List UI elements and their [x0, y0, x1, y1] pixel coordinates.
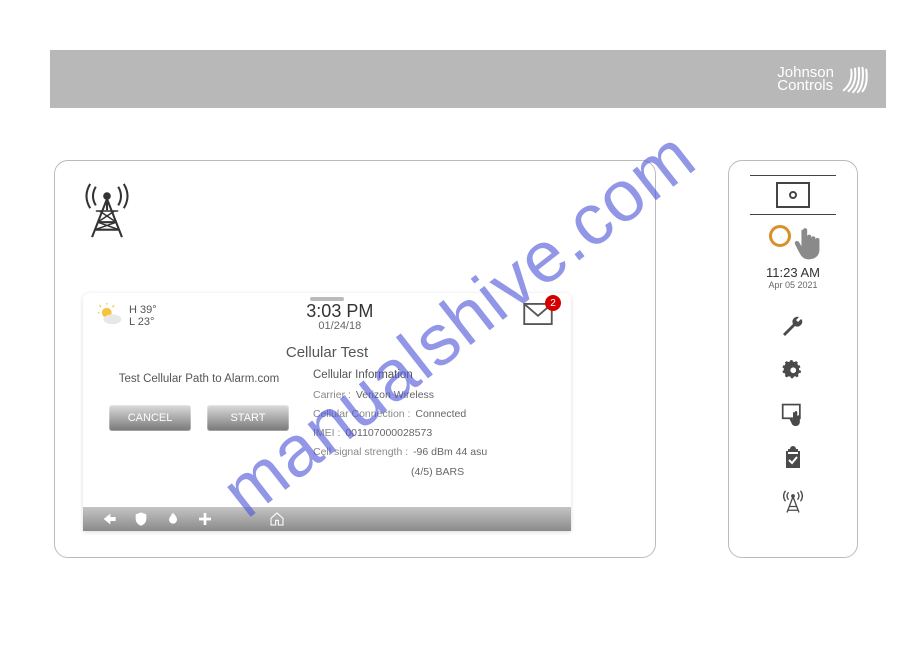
brand-banner: Johnson Controls: [50, 50, 886, 108]
antenna-small-icon[interactable]: [781, 490, 805, 514]
plus-icon[interactable]: [197, 511, 213, 527]
divider: [750, 214, 836, 215]
weather-low: L 23°: [129, 316, 157, 328]
content-row: Test Cellular Path to Alarm.com CANCEL S…: [83, 361, 571, 485]
info-signal-2: (4/5) BARS: [313, 466, 555, 479]
ring-icon: [769, 225, 791, 247]
clipboard-check-icon[interactable]: [781, 446, 805, 470]
divider: [750, 175, 836, 176]
subtitle: Test Cellular Path to Alarm.com: [99, 373, 299, 385]
side-date: Apr 05 2021: [766, 280, 820, 290]
device-screen: H 39° L 23° 3:03 PM 01/24/18 2 Cellular …: [83, 293, 571, 531]
side-top: 11:23 AM Apr 05 2021: [739, 175, 847, 290]
info-title: Cellular Information: [313, 369, 555, 381]
antenna-icon: [77, 183, 137, 239]
shield-icon[interactable]: [133, 511, 149, 527]
touch-indicator: [763, 219, 823, 263]
start-button[interactable]: START: [207, 405, 289, 431]
messages-button[interactable]: 2: [523, 303, 553, 330]
side-time: 11:23 AM: [766, 265, 820, 280]
bottom-nav: [83, 507, 571, 531]
side-panel: 11:23 AM Apr 05 2021: [728, 160, 858, 558]
info-carrier: Carrier : Verizon Wireless: [313, 389, 555, 402]
weather-high: H 39°: [129, 304, 157, 316]
notch: [310, 297, 344, 301]
brand-swirl-icon: [840, 64, 870, 94]
flame-icon[interactable]: [165, 511, 181, 527]
info-signal: Cell signal strength : -96 dBm 44 asu: [313, 446, 555, 459]
button-row: CANCEL START: [99, 405, 299, 431]
messages-badge: 2: [545, 295, 561, 311]
gear-icon[interactable]: [781, 358, 805, 382]
brand-line2: Controls: [777, 78, 834, 94]
brand: Johnson Controls: [777, 64, 870, 94]
info-column: Cellular Information Carrier : Verizon W…: [313, 369, 555, 485]
back-icon[interactable]: [101, 511, 117, 527]
info-imei: IMEI : 001107000028573: [313, 427, 555, 440]
touchscreen-icon[interactable]: [781, 402, 805, 426]
side-menu: [781, 314, 805, 514]
side-clock: 11:23 AM Apr 05 2021: [766, 265, 820, 290]
weather: H 39° L 23°: [97, 303, 157, 329]
main-panel: H 39° L 23° 3:03 PM 01/24/18 2 Cellular …: [54, 160, 656, 558]
clock-time: 3:03 PM: [306, 301, 373, 322]
wrench-icon[interactable]: [781, 314, 805, 338]
cancel-button[interactable]: CANCEL: [109, 405, 191, 431]
weather-icon: [97, 303, 123, 329]
left-column: Test Cellular Path to Alarm.com CANCEL S…: [99, 367, 299, 485]
home-icon[interactable]: [269, 511, 285, 527]
info-connection: Cellular Connection : Connected: [313, 408, 555, 421]
brand-text: Johnson Controls: [777, 65, 834, 94]
clock: 3:03 PM 01/24/18: [306, 301, 373, 332]
screen-title: Cellular Test: [83, 344, 571, 361]
hand-icon: [791, 225, 825, 261]
camera-box-icon[interactable]: [776, 182, 810, 208]
